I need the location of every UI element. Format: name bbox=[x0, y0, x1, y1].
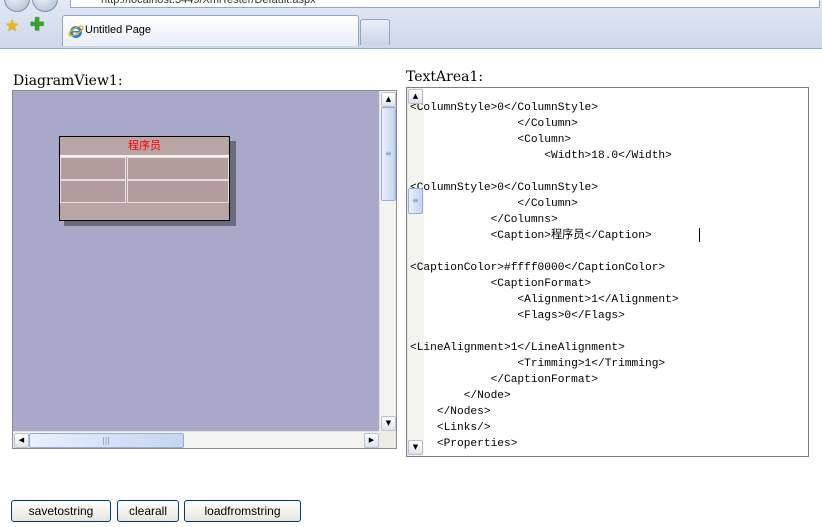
table-node[interactable]: 程序员 bbox=[59, 136, 230, 221]
diagram-canvas[interactable]: 程序员 bbox=[13, 91, 380, 432]
scroll-down-button[interactable]: ▼ bbox=[381, 416, 396, 431]
scroll-up-button[interactable]: ▲ bbox=[408, 89, 423, 104]
forward-button[interactable] bbox=[32, 0, 58, 12]
diagram-horizontal-scrollbar[interactable]: ◀ ||| ▶ bbox=[13, 431, 380, 448]
scroll-thumb[interactable]: ||| bbox=[29, 433, 184, 448]
back-button[interactable] bbox=[4, 0, 30, 12]
tab-untitled-page[interactable]: Untitled Page bbox=[62, 15, 359, 46]
grip-icon: ≡ bbox=[385, 149, 392, 158]
diagram-view[interactable]: 程序员 ▲ ≡ ▼ ◀ ||| ▶ bbox=[12, 90, 397, 449]
save-to-string-button[interactable]: savetostring bbox=[11, 500, 111, 522]
tab-title: Untitled Page bbox=[85, 24, 152, 36]
scroll-right-button[interactable]: ▶ bbox=[364, 433, 379, 448]
table-cell[interactable] bbox=[60, 180, 126, 203]
scroll-left-button[interactable]: ◀ bbox=[14, 433, 29, 448]
table-cell[interactable] bbox=[60, 157, 126, 180]
scroll-thumb[interactable]: ≡ bbox=[381, 107, 396, 201]
diagram-view-label: DiagramView1: bbox=[13, 73, 123, 89]
load-from-string-button[interactable]: loadfromstring bbox=[184, 500, 301, 522]
xml-textarea[interactable]: <ColumnStyle>0</ColumnStyle> </Column> <… bbox=[406, 87, 809, 457]
table-node-grid bbox=[60, 155, 229, 203]
favorites-star-icon[interactable]: ★ bbox=[5, 18, 19, 34]
new-tab-button[interactable] bbox=[360, 19, 390, 45]
textarea-label: TextArea1: bbox=[406, 69, 484, 85]
scrollbar-corner bbox=[379, 431, 396, 448]
ie-icon bbox=[68, 25, 84, 38]
add-favorites-icon[interactable]: ✚ bbox=[30, 17, 44, 34]
grip-icon: ||| bbox=[102, 436, 111, 445]
scroll-down-button[interactable]: ▼ bbox=[408, 440, 423, 455]
table-cell[interactable] bbox=[127, 157, 229, 180]
address-bar[interactable]: http://localhost:3449/XmlTester/Default.… bbox=[70, 0, 820, 8]
clear-all-button[interactable]: clearall bbox=[117, 500, 179, 522]
scroll-thumb[interactable]: ≡ bbox=[408, 187, 423, 214]
grip-icon: ≡ bbox=[412, 195, 419, 205]
table-node-caption: 程序员 bbox=[128, 139, 161, 152]
scroll-up-button[interactable]: ▲ bbox=[381, 92, 396, 107]
diagram-vertical-scrollbar[interactable]: ▲ ≡ ▼ bbox=[379, 91, 396, 432]
text-caret bbox=[699, 228, 700, 242]
table-cell[interactable] bbox=[127, 180, 229, 203]
browser-chrome: http://localhost:3449/XmlTester/Default.… bbox=[0, 0, 822, 49]
xml-text[interactable]: <ColumnStyle>0</ColumnStyle> </Column> <… bbox=[410, 100, 679, 452]
